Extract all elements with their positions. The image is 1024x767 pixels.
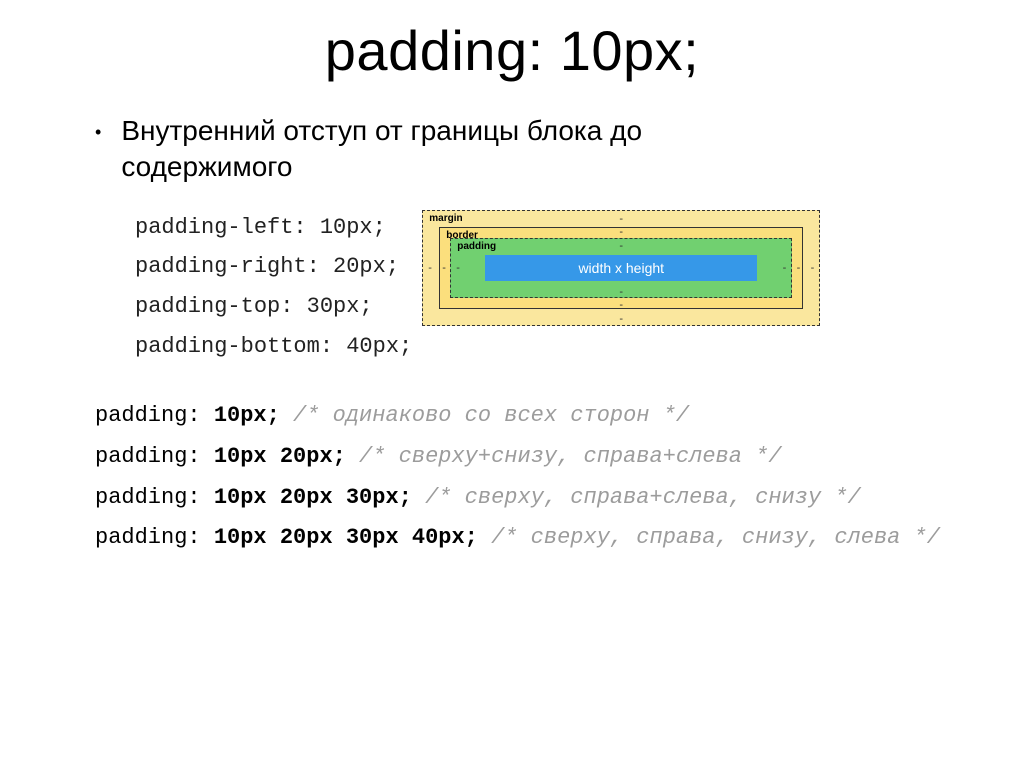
code-line: padding-top: 30px;	[135, 287, 412, 327]
dash-icon: -	[428, 262, 432, 274]
padding-label: padding	[457, 241, 496, 252]
bullet-text: Внутренний отступ от границы блока до со…	[121, 113, 741, 186]
code-line: padding: 10px; /* одинаково со всех стор…	[95, 396, 984, 437]
dash-icon: -	[619, 299, 623, 311]
dash-icon: -	[619, 313, 623, 325]
box-model-diagram: margin - - - - border - - - - padding - …	[422, 210, 820, 326]
code-line: padding-right: 20px;	[135, 247, 412, 287]
code-value: 10px 20px 30px;	[214, 485, 412, 510]
bullet-item: • Внутренний отступ от границы блока до …	[95, 113, 984, 186]
code-line: padding-left: 10px;	[135, 208, 412, 248]
dash-icon: -	[797, 262, 801, 274]
padding-longhand-code: padding-left: 10px; padding-right: 20px;…	[135, 208, 412, 366]
code-property: padding:	[95, 444, 214, 469]
code-line: padding: 10px 20px 30px; /* сверху, спра…	[95, 478, 984, 519]
code-comment: /* сверху, справа+слева, снизу */	[412, 485, 861, 510]
box-model-border: border - - - - padding - - - - width x h…	[439, 227, 803, 309]
margin-label: margin	[429, 213, 462, 224]
code-property: padding:	[95, 525, 214, 550]
code-line: padding-bottom: 40px;	[135, 327, 412, 367]
dash-icon: -	[442, 262, 446, 274]
code-comment: /* сверху, справа, снизу, слева */	[478, 525, 940, 550]
code-comment: /* сверху+снизу, справа+слева */	[346, 444, 782, 469]
box-model-content: width x height	[485, 255, 757, 281]
bullet-dot-icon: •	[95, 122, 101, 143]
dash-icon: -	[619, 286, 623, 298]
dash-icon: -	[619, 240, 623, 252]
code-value: 10px 20px;	[214, 444, 346, 469]
slide-title: padding: 10px;	[40, 18, 984, 83]
box-model-margin: margin - - - - border - - - - padding - …	[422, 210, 820, 326]
code-value: 10px 20px 30px 40px;	[214, 525, 478, 550]
code-comment: /* одинаково со всех сторон */	[280, 403, 689, 428]
dash-icon: -	[456, 262, 460, 274]
dash-icon: -	[619, 213, 623, 225]
padding-shorthand-code: padding: 10px; /* одинаково со всех стор…	[95, 396, 984, 559]
dash-icon: -	[619, 226, 623, 238]
code-property: padding:	[95, 485, 214, 510]
code-line: padding: 10px 20px; /* сверху+снизу, спр…	[95, 437, 984, 478]
box-model-padding: padding - - - - width x height	[450, 238, 792, 298]
dash-icon: -	[811, 262, 815, 274]
dash-icon: -	[783, 262, 787, 274]
code-value: 10px;	[214, 403, 280, 428]
code-line: padding: 10px 20px 30px 40px; /* сверху,…	[95, 518, 984, 559]
code-property: padding:	[95, 403, 214, 428]
